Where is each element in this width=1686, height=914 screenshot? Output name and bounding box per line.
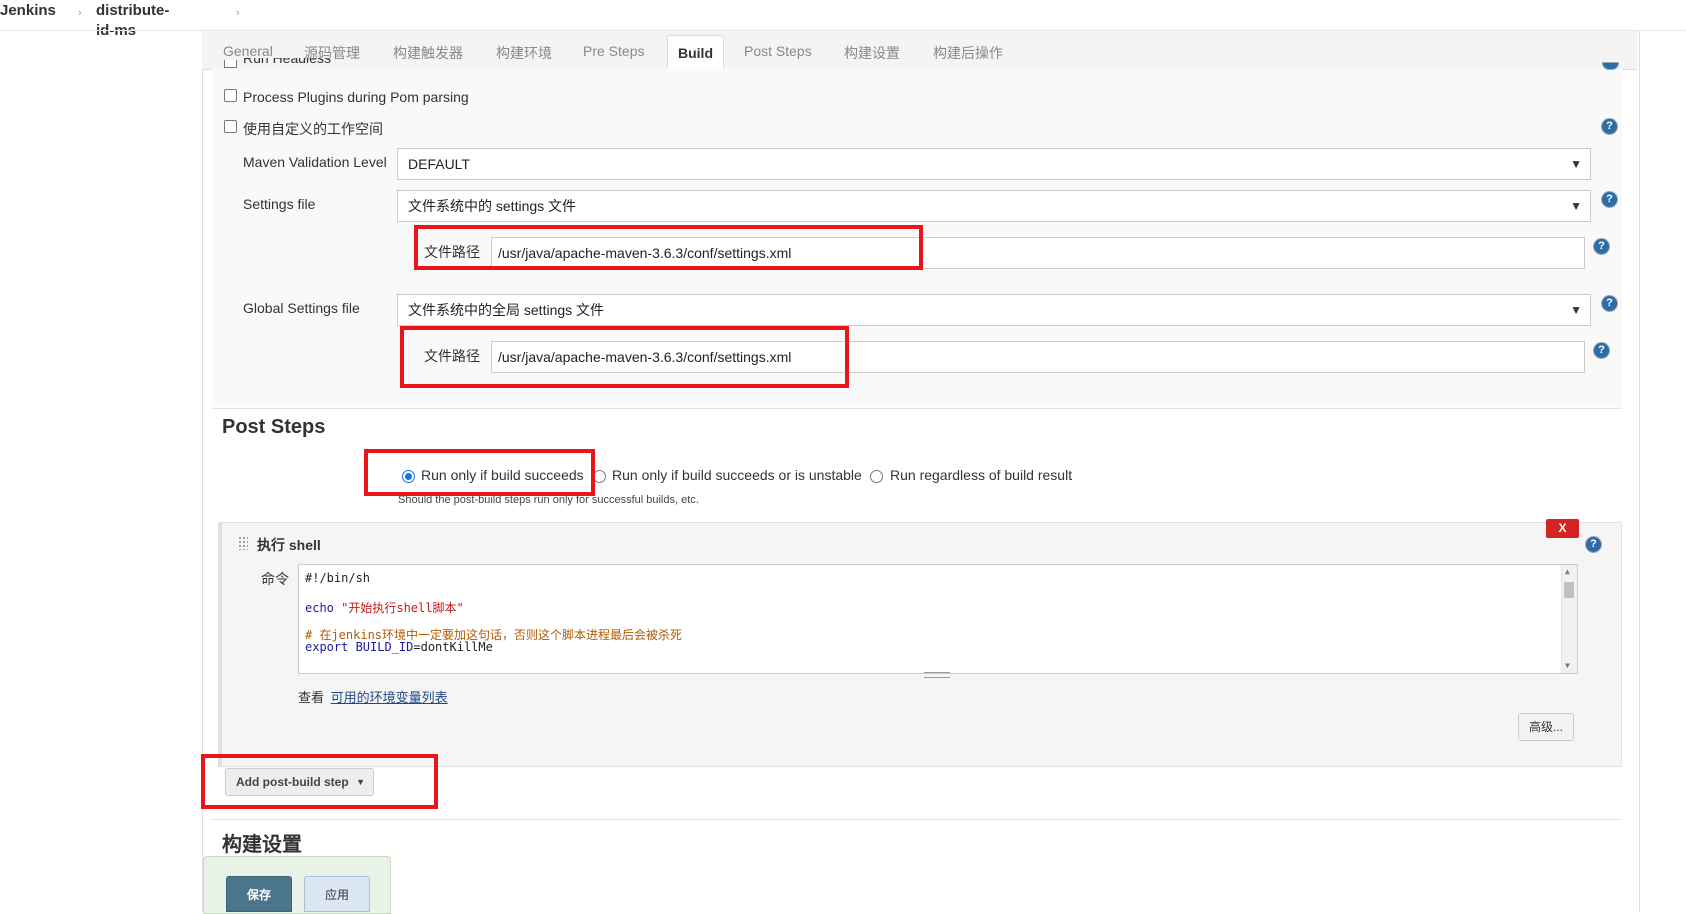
help-icon[interactable]: ? (1594, 239, 1609, 254)
section-divider (212, 819, 1622, 820)
env-vars-prefix: 查看 (298, 690, 325, 705)
highlight-box (364, 449, 595, 496)
settings-file-label: Settings file (243, 196, 316, 212)
help-icon[interactable]: ? (1602, 119, 1617, 134)
tab-general[interactable]: General (223, 43, 273, 59)
scroll-up-icon[interactable]: ▲ (1565, 567, 1570, 576)
breadcrumb-jenkins[interactable]: Jenkins (0, 1, 56, 21)
tab-pre-steps[interactable]: Pre Steps (583, 43, 644, 59)
global-settings-value: 文件系统中的全局 settings 文件 (408, 302, 605, 318)
tab-environment[interactable]: 构建环境 (496, 43, 552, 63)
global-settings-label: Global Settings file (243, 300, 360, 316)
radio-run-always-label: Run regardless of build result (890, 467, 1073, 483)
post-steps-hint: Should the post-build steps run only for… (398, 494, 699, 506)
chevron-down-icon: ▼ (1570, 157, 1582, 171)
highlight-box (400, 326, 849, 388)
env-vars-link[interactable]: 可用的环境变量列表 (331, 690, 448, 705)
tab-post-build-actions[interactable]: 构建后操作 (933, 43, 1003, 63)
breadcrumb-separator-icon: › (78, 7, 82, 19)
build-settings-title: 构建设置 (222, 834, 302, 856)
breadcrumb-job[interactable]: distribute-id-ms (96, 1, 169, 41)
maven-validation-label: Maven Validation Level (243, 154, 387, 170)
resize-grip-icon[interactable] (924, 672, 950, 678)
chevron-down-icon: ▼ (1570, 303, 1582, 317)
settings-file-value: 文件系统中的 settings 文件 (408, 198, 577, 214)
process-plugins-checkbox[interactable] (224, 89, 237, 102)
global-settings-select[interactable]: 文件系统中的全局 settings 文件 ▼ (397, 294, 1591, 326)
shell-step-title: 执行 shell (257, 537, 321, 553)
command-label: 命令 (261, 571, 289, 587)
command-textarea[interactable]: #!/bin/sh echo "开始执行shell脚本" # 在jenkins环… (298, 564, 1578, 674)
help-icon[interactable]: ? (1594, 343, 1609, 358)
run-headless-label-cut: Run Headless (243, 58, 331, 66)
run-headless-checkbox[interactable] (224, 60, 237, 68)
scroll-down-icon[interactable]: ▼ (1565, 661, 1570, 670)
env-vars-line: 查看 可用的环境变量列表 (298, 687, 448, 706)
script-line-echo: echo "开始执行shell脚本" (305, 601, 464, 615)
config-tab-bar: General 源码管理 构建触发器 构建环境 Pre Steps Build … (202, 31, 1638, 71)
tab-build-settings[interactable]: 构建设置 (844, 43, 900, 63)
custom-workspace-label: 使用自定义的工作空间 (243, 121, 383, 137)
highlight-box (201, 754, 438, 809)
advanced-button[interactable]: 高级... (1518, 713, 1574, 741)
tab-triggers[interactable]: 构建触发器 (393, 43, 463, 63)
textarea-scrollbar[interactable]: ▲ ▼ (1561, 565, 1577, 673)
drag-handle-icon[interactable] (238, 536, 248, 550)
tab-post-steps[interactable]: Post Steps (744, 43, 812, 59)
post-steps-title: Post Steps (222, 416, 326, 438)
scroll-thumb[interactable] (1564, 582, 1574, 598)
script-line: #!/bin/sh (305, 571, 371, 585)
radio-run-always[interactable] (870, 470, 883, 483)
breadcrumb-separator-icon: › (236, 7, 240, 19)
chevron-down-icon: ▼ (1570, 199, 1582, 213)
script-line-export: export BUILD_ID=dontKillMe (305, 640, 493, 654)
maven-validation-select[interactable]: DEFAULT ▼ (397, 148, 1591, 180)
apply-button[interactable]: 应用 (304, 876, 370, 912)
process-plugins-label: Process Plugins during Pom parsing (243, 89, 469, 105)
drag-bar (218, 522, 222, 767)
help-icon[interactable]: ? (1602, 192, 1617, 207)
highlight-box (414, 225, 923, 270)
delete-step-button[interactable]: X (1546, 519, 1579, 538)
section-divider (212, 408, 1622, 409)
help-icon[interactable]: ? (1602, 296, 1617, 311)
custom-workspace-checkbox[interactable] (224, 120, 237, 133)
settings-file-select[interactable]: 文件系统中的 settings 文件 ▼ (397, 190, 1591, 222)
maven-validation-value: DEFAULT (408, 156, 470, 172)
tab-build[interactable]: Build (667, 35, 724, 71)
help-icon[interactable]: ? (1586, 537, 1601, 552)
save-button[interactable]: 保存 (226, 876, 292, 912)
radio-run-if-unstable-label: Run only if build succeeds or is unstabl… (612, 467, 862, 483)
